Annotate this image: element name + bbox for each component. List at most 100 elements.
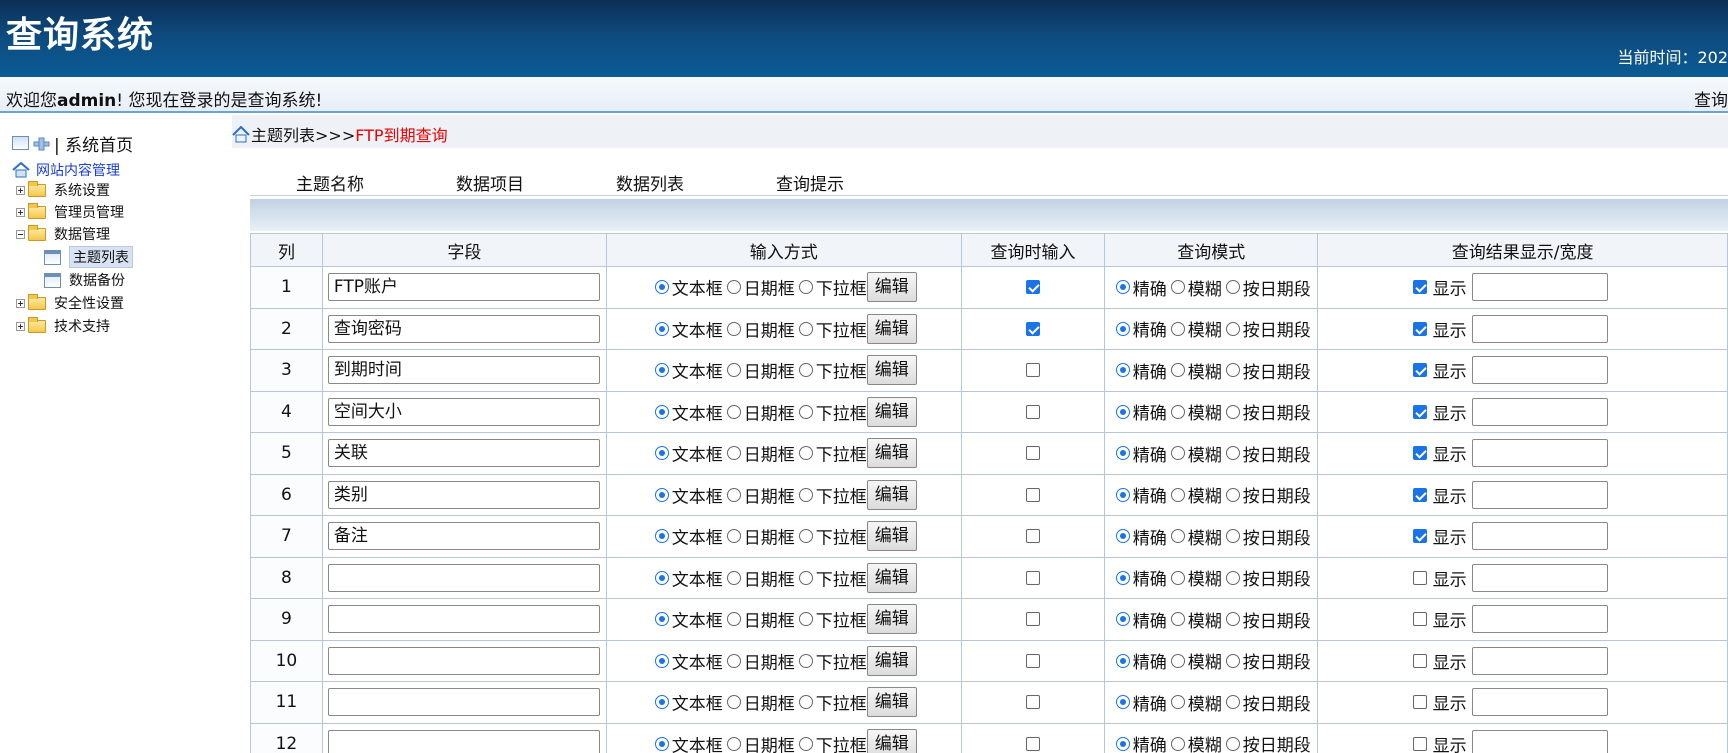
width-input[interactable] [1472,646,1609,675]
query-input-checkbox[interactable] [1025,736,1040,751]
sidebar-item-topic-list[interactable]: 主题列表 [44,246,133,268]
radio-date-range[interactable] [1225,321,1240,336]
show-checkbox[interactable] [1413,695,1428,710]
radio-textbox[interactable] [654,446,669,461]
radio-datebox[interactable] [726,695,741,710]
show-checkbox[interactable] [1413,321,1428,336]
width-input[interactable] [1472,439,1609,468]
sidebar-item-security[interactable]: 安全性设置 [16,292,124,314]
radio-exact[interactable] [1115,280,1130,295]
radio-fuzzy[interactable] [1170,612,1185,627]
sidebar-item-system-settings[interactable]: 系统设置 [16,179,110,201]
width-input[interactable] [1472,397,1609,426]
show-checkbox[interactable] [1413,736,1428,751]
width-input[interactable] [1472,314,1609,343]
field-name-input[interactable] [327,646,600,675]
radio-exact[interactable] [1115,570,1130,585]
radio-exact[interactable] [1115,446,1130,461]
show-checkbox[interactable] [1413,653,1428,668]
edit-button[interactable]: 编辑 [866,645,917,676]
tab-topic-name[interactable]: 主题名称 [296,170,364,195]
sidebar-item-data-backup[interactable]: 数据备份 [44,269,125,291]
sidebar-item-data-manage[interactable]: 数据管理 [16,223,110,245]
radio-exact[interactable] [1115,487,1130,502]
radio-dropdown[interactable] [798,280,813,295]
query-input-checkbox[interactable] [1025,570,1040,585]
radio-dropdown[interactable] [798,446,813,461]
sidebar-home[interactable]: | 系统首页 [12,132,133,156]
radio-exact[interactable] [1115,321,1130,336]
edit-button[interactable]: 编辑 [866,355,917,386]
radio-textbox[interactable] [654,529,669,544]
field-name-input[interactable]: 空间大小 [327,397,600,426]
radio-fuzzy[interactable] [1170,570,1185,585]
query-input-checkbox[interactable] [1025,446,1040,461]
field-name-input[interactable] [327,605,600,634]
radio-dropdown[interactable] [798,653,813,668]
radio-fuzzy[interactable] [1170,446,1185,461]
query-input-checkbox[interactable] [1025,695,1040,710]
radio-dropdown[interactable] [798,321,813,336]
radio-dropdown[interactable] [798,570,813,585]
radio-textbox[interactable] [654,280,669,295]
expand-icon[interactable] [16,185,25,195]
edit-button[interactable]: 编辑 [866,313,917,344]
radio-textbox[interactable] [654,736,669,751]
radio-textbox[interactable] [654,487,669,502]
field-name-input[interactable]: FTP账户 [327,273,600,302]
radio-dropdown[interactable] [798,529,813,544]
radio-datebox[interactable] [726,736,741,751]
query-input-checkbox[interactable] [1025,363,1040,378]
query-input-checkbox[interactable] [1025,487,1040,502]
radio-date-range[interactable] [1225,612,1240,627]
radio-exact[interactable] [1115,529,1130,544]
show-checkbox[interactable] [1413,529,1428,544]
radio-datebox[interactable] [726,487,741,502]
radio-date-range[interactable] [1225,529,1240,544]
edit-button[interactable]: 编辑 [866,479,917,510]
radio-exact[interactable] [1115,653,1130,668]
radio-datebox[interactable] [726,529,741,544]
sidebar-item-admin-manage[interactable]: 管理员管理 [16,201,124,223]
field-name-input[interactable]: 关联 [327,439,600,468]
show-checkbox[interactable] [1413,570,1428,585]
radio-dropdown[interactable] [798,695,813,710]
edit-button[interactable]: 编辑 [866,728,917,753]
radio-textbox[interactable] [654,570,669,585]
radio-fuzzy[interactable] [1170,736,1185,751]
radio-fuzzy[interactable] [1170,280,1185,295]
radio-fuzzy[interactable] [1170,363,1185,378]
radio-date-range[interactable] [1225,736,1240,751]
query-input-checkbox[interactable] [1025,653,1040,668]
field-name-input[interactable]: 查询密码 [327,314,600,343]
radio-exact[interactable] [1115,404,1130,419]
expand-icon[interactable] [16,207,25,217]
sidebar-site-manage[interactable]: 网站内容管理 [12,159,120,181]
width-input[interactable] [1472,729,1609,753]
radio-datebox[interactable] [726,404,741,419]
width-input[interactable] [1472,356,1609,385]
radio-textbox[interactable] [654,321,669,336]
query-input-checkbox[interactable] [1025,612,1040,627]
width-input[interactable] [1472,273,1609,302]
radio-date-range[interactable] [1225,695,1240,710]
radio-fuzzy[interactable] [1170,404,1185,419]
radio-textbox[interactable] [654,695,669,710]
show-checkbox[interactable] [1413,404,1428,419]
radio-fuzzy[interactable] [1170,653,1185,668]
field-name-input[interactable]: 类别 [327,480,600,509]
radio-fuzzy[interactable] [1170,529,1185,544]
radio-textbox[interactable] [654,404,669,419]
tab-query-hint[interactable]: 查询提示 [776,170,844,195]
sidebar-item-tech-support[interactable]: 技术支持 [16,315,110,337]
radio-fuzzy[interactable] [1170,487,1185,502]
radio-date-range[interactable] [1225,487,1240,502]
width-input[interactable] [1472,605,1609,634]
welcome-right-link[interactable]: 查询 [1694,86,1728,111]
radio-date-range[interactable] [1225,404,1240,419]
radio-dropdown[interactable] [798,487,813,502]
radio-datebox[interactable] [726,612,741,627]
radio-datebox[interactable] [726,446,741,461]
edit-button[interactable]: 编辑 [866,687,917,718]
show-checkbox[interactable] [1413,280,1428,295]
